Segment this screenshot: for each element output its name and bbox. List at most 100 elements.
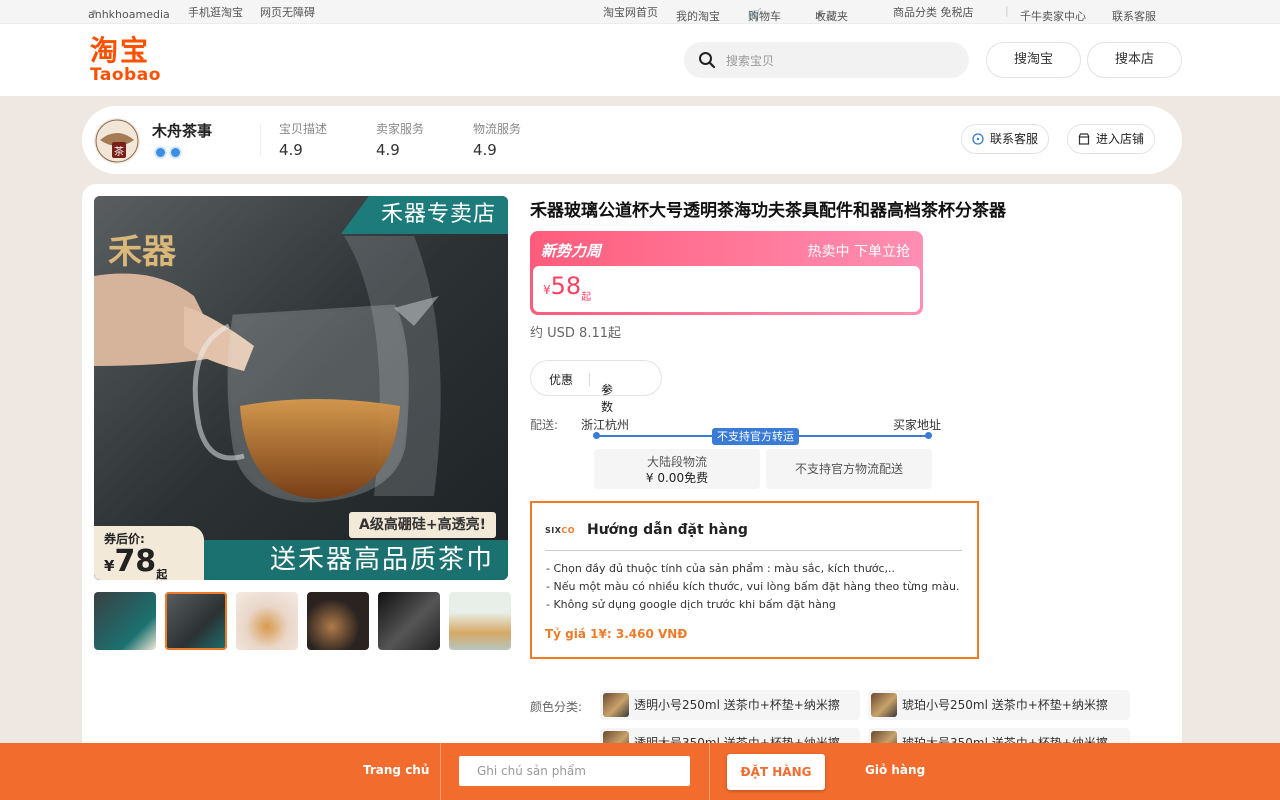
chevron-down-icon: ▾ <box>1116 8 1121 18</box>
shop-divider <box>260 124 261 156</box>
contact-service-label: 联系客服 <box>990 132 1039 146</box>
usd-price: 约 USD 8.11起 <box>530 326 621 341</box>
score-label: 卖家服务 <box>376 122 425 136</box>
chevron-down-icon: ▾ <box>680 8 685 18</box>
logo-en: Taobao <box>90 65 161 85</box>
thumbnail-1[interactable] <box>94 592 156 650</box>
guide-line: - Chọn đầy đủ thuộc tính của sản phẩm : … <box>546 562 896 575</box>
guide-line: - Không sử dụng google dịch trước khi bấ… <box>546 598 836 611</box>
exchange-rate: Tỷ giá 1¥: 3.460 VNĐ <box>545 627 688 641</box>
score-service: 卖家服务 4.9 <box>376 120 424 159</box>
score-label: 宝贝描述 <box>279 122 328 136</box>
topbar-divider: | <box>1005 4 1009 17</box>
svg-text:茶: 茶 <box>114 145 124 158</box>
shipping-tag: 不支持官方转运 <box>712 428 799 445</box>
info-tabs: 优惠 参数 ⌄ <box>530 360 662 414</box>
taobao-home-link[interactable]: 淘宝网首页 <box>603 4 658 20</box>
home-link[interactable]: Trang chủ <box>363 763 429 777</box>
accessibility-link[interactable]: 网页无障碍 <box>260 4 315 20</box>
score-description: 宝贝描述 4.9 <box>279 120 327 159</box>
shop-badges <box>154 144 184 163</box>
color-option[interactable]: 琥珀小号250ml 送茶巾+杯垫+纳米擦 <box>868 690 1130 720</box>
bar-divider <box>440 743 441 800</box>
diamond-badge-icon <box>154 146 167 159</box>
header: 淘宝 Taobao 搜索宝贝 搜淘宝 搜本店 <box>0 24 1280 96</box>
shop-name[interactable]: 木舟茶事 <box>152 120 212 141</box>
thumbnail-4[interactable] <box>307 592 369 650</box>
contact-service-button[interactable]: 联系客服 <box>961 124 1050 154</box>
brand-stamp: 禾器 <box>108 232 176 272</box>
price-suffix: 起 <box>581 291 592 303</box>
score-value: 4.9 <box>376 141 400 159</box>
goods-category-link[interactable]: 商品分类 免税店 <box>893 4 974 20</box>
product-card: 禾器专卖店 禾器 A级高硼硅+高透亮! 送禾器高品质茶巾 券后价: ¥78起 禾… <box>82 184 1182 784</box>
coupon-currency: ¥ <box>104 557 115 575</box>
search-shop-button[interactable]: 搜本店 <box>1087 42 1182 78</box>
chevron-down-icon: ▾ <box>92 8 97 18</box>
promo-brand: 新势力周 <box>541 242 602 260</box>
search-taobao-button[interactable]: 搜淘宝 <box>986 42 1081 78</box>
guide-divider <box>545 550 962 551</box>
shipping-to[interactable]: 买家地址 <box>893 416 941 433</box>
logistics-label: 大陆段物流 <box>646 455 707 469</box>
thumbnail-3[interactable] <box>236 592 298 650</box>
sixco-logo: SIXCO <box>545 526 576 535</box>
shipping-label: 配送: <box>530 418 559 432</box>
price-box: 新势力周 热卖中 下单立抢 ¥58起 <box>530 231 923 315</box>
score-value: 4.9 <box>473 141 497 159</box>
coupon-suffix: 起 <box>156 568 168 580</box>
color-option[interactable]: 透明小号250ml 送茶巾+杯垫+纳米擦 <box>600 690 860 720</box>
official-logistics: 不支持官方物流配送 <box>766 449 932 489</box>
shop-logo-icon: 茶 <box>95 119 139 163</box>
mainland-logistics: 大陆段物流 ¥ 0.00免费 <box>594 449 760 489</box>
tab-discount[interactable]: 优惠 <box>549 371 573 388</box>
product-note-input[interactable] <box>459 756 690 786</box>
bar-divider <box>709 743 710 800</box>
color-swatch <box>871 693 897 717</box>
chevron-down-icon: ⌄ <box>601 381 612 395</box>
chevron-down-icon: ▾ <box>819 8 824 18</box>
product-title: 禾器玻璃公道杯大号透明茶海功夫茶具配件和器高档茶杯分茶器 <box>530 201 1006 221</box>
thumbnail-2[interactable] <box>165 592 227 650</box>
enter-shop-label: 进入店铺 <box>1096 132 1145 146</box>
search-input[interactable]: 搜索宝贝 <box>726 52 774 69</box>
score-label: 物流服务 <box>473 122 522 136</box>
color-swatch <box>603 693 629 717</box>
shop-logo[interactable]: 茶 <box>94 118 140 164</box>
top-bar: anhkhoamedia ▾ 手机逛淘宝 网页无障碍 淘宝网首页 我的淘宝 ▾ 🛒 … <box>0 0 1280 24</box>
route-start-dot <box>593 432 600 439</box>
promo-text: 热卖中 下单立抢 <box>807 244 910 260</box>
tab-divider <box>589 373 590 386</box>
price-currency: ¥ <box>543 283 551 297</box>
price-value: 58 <box>550 272 582 300</box>
bottom-action-bar: Trang chủ ĐẶT HÀNG Giỏ hàng <box>0 743 1280 800</box>
order-button[interactable]: ĐẶT HÀNG <box>727 754 825 790</box>
color-option-label: 琥珀小号250ml 送茶巾+杯垫+纳米擦 <box>902 698 1108 712</box>
guide-line: - Nếu một màu có nhiều kích thước, vui l… <box>546 580 960 593</box>
search-box[interactable]: 搜索宝贝 <box>684 42 969 78</box>
mobile-taobao-link[interactable]: 手机逛淘宝 <box>188 4 243 20</box>
color-label: 颜色分类: <box>530 700 583 714</box>
taobao-logo[interactable]: 淘宝 Taobao <box>90 34 161 85</box>
product-price: ¥58起 <box>543 272 591 303</box>
thumbnail-6[interactable] <box>449 592 511 650</box>
color-option-label: 透明小号250ml 送茶巾+杯垫+纳米擦 <box>634 698 840 712</box>
thumbnail-5[interactable] <box>378 592 440 650</box>
chevron-down-icon: ▾ <box>1024 8 1029 18</box>
order-guide-box: SIXCO Hướng dẫn đặt hàng - Chọn đầy đủ t… <box>530 501 979 659</box>
diamond-badge-icon <box>169 146 182 159</box>
shop-bar: 茶 木舟茶事 宝贝描述 4.9 卖家服务 4.9 物流服务 4.9 联系客服 进… <box>82 106 1182 174</box>
guide-title: Hướng dẫn đặt hàng <box>587 522 748 538</box>
logo-cn: 淘宝 <box>90 34 151 67</box>
chat-icon <box>972 133 984 145</box>
search-icon <box>699 52 716 69</box>
image-tagline: A级高硼硅+高透亮! <box>349 512 496 538</box>
logistics-fee: ¥ 0.00免费 <box>645 471 709 485</box>
store-icon <box>1078 133 1090 145</box>
coupon-price-badge: 券后价: ¥78起 <box>94 526 204 580</box>
cart-button[interactable]: Giỏ hàng <box>865 763 925 777</box>
store-banner: 禾器专卖店 <box>340 196 508 234</box>
route-end-dot <box>925 432 932 439</box>
enter-shop-button[interactable]: 进入店铺 <box>1067 124 1156 154</box>
main-product-image[interactable]: 禾器专卖店 禾器 A级高硼硅+高透亮! 送禾器高品质茶巾 券后价: ¥78起 <box>94 196 508 580</box>
